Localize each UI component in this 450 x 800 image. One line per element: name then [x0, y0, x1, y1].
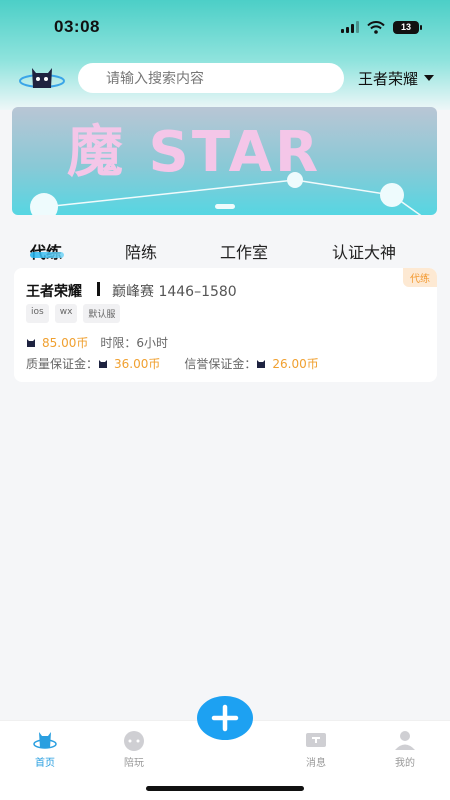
tab-boosting[interactable]: 代练 [30, 239, 62, 263]
user-icon [395, 731, 415, 750]
order-type-badge: 代练 [403, 268, 437, 287]
order-rank: 巅峰赛 1446–1580 [112, 284, 237, 300]
banner-carousel[interactable]: 魔 STAR [12, 107, 437, 215]
nav-companion-label: 陪玩 [124, 758, 144, 769]
game-selector[interactable]: 王者荣耀 [358, 68, 435, 89]
tag: 默认服 [83, 304, 121, 323]
home-indicator [146, 786, 304, 791]
tab-certified-pro[interactable]: 认证大神 [332, 239, 396, 263]
add-button[interactable] [197, 696, 253, 740]
nav-messages[interactable]: 消息 [286, 729, 346, 769]
quality-deposit-label: 质量保证金： [26, 357, 99, 371]
chat-face-icon [124, 731, 144, 751]
battery-level: 13 [393, 20, 419, 34]
order-tags: ios wx 默认服 [26, 304, 121, 323]
nav-home[interactable]: 首页 [15, 729, 75, 769]
carousel-indicator[interactable] [215, 204, 235, 209]
app-header: 请输入搜索内容 王者荣耀 [0, 58, 450, 98]
coin-icon [257, 359, 266, 368]
battery-icon: 13 [393, 20, 422, 34]
coin-icon [27, 338, 35, 347]
credit-deposit-label: 信誉保证金： [184, 357, 257, 371]
price-row: 85.00币 时限： 6小时 [26, 334, 168, 351]
home-icon [33, 732, 57, 749]
status-time: 03:08 [54, 17, 100, 36]
signal-icon [341, 21, 359, 33]
tab-coaching[interactable]: 陪练 [125, 239, 157, 263]
tag: wx [54, 304, 78, 323]
status-bar: 03:08 13 [0, 0, 450, 54]
game-selector-label: 王者荣耀 [358, 69, 419, 88]
divider [97, 282, 100, 296]
nav-companion[interactable]: 陪玩 [104, 729, 164, 769]
message-icon [306, 733, 326, 747]
order-game: 王者荣耀 [26, 284, 82, 300]
wifi-icon [367, 20, 385, 34]
quality-deposit-value: 36.00币 [114, 357, 161, 371]
caret-down-icon [424, 75, 435, 81]
time-limit-value: 6小时 [136, 336, 169, 350]
coin-icon [99, 359, 108, 368]
order-price: 85.00币 [42, 336, 89, 350]
plus-icon [211, 704, 239, 732]
nav-messages-label: 消息 [306, 758, 326, 769]
logo-icon [19, 68, 65, 88]
nav-profile[interactable]: 我的 [375, 729, 435, 769]
search-input[interactable]: 请输入搜索内容 [78, 63, 344, 93]
deposit-row: 质量保证金： 36.00币 信誉保证金： 26.00币 [26, 355, 319, 372]
credit-deposit-value: 26.00币 [272, 357, 319, 371]
active-tab-indicator [30, 252, 64, 258]
tab-studio[interactable]: 工作室 [220, 239, 268, 263]
banner-decoration [30, 172, 422, 215]
order-card[interactable]: 代练 王者荣耀 巅峰赛 1446–1580 ios wx 默认服 85.00币 … [14, 268, 437, 382]
nav-home-label: 首页 [35, 758, 55, 769]
category-tabs: 代练 陪练 工作室 认证大神 [0, 232, 450, 268]
nav-profile-label: 我的 [395, 758, 415, 769]
status-icons: 13 [341, 20, 422, 34]
time-limit-label: 时限： [100, 336, 137, 350]
tag: ios [26, 304, 49, 323]
